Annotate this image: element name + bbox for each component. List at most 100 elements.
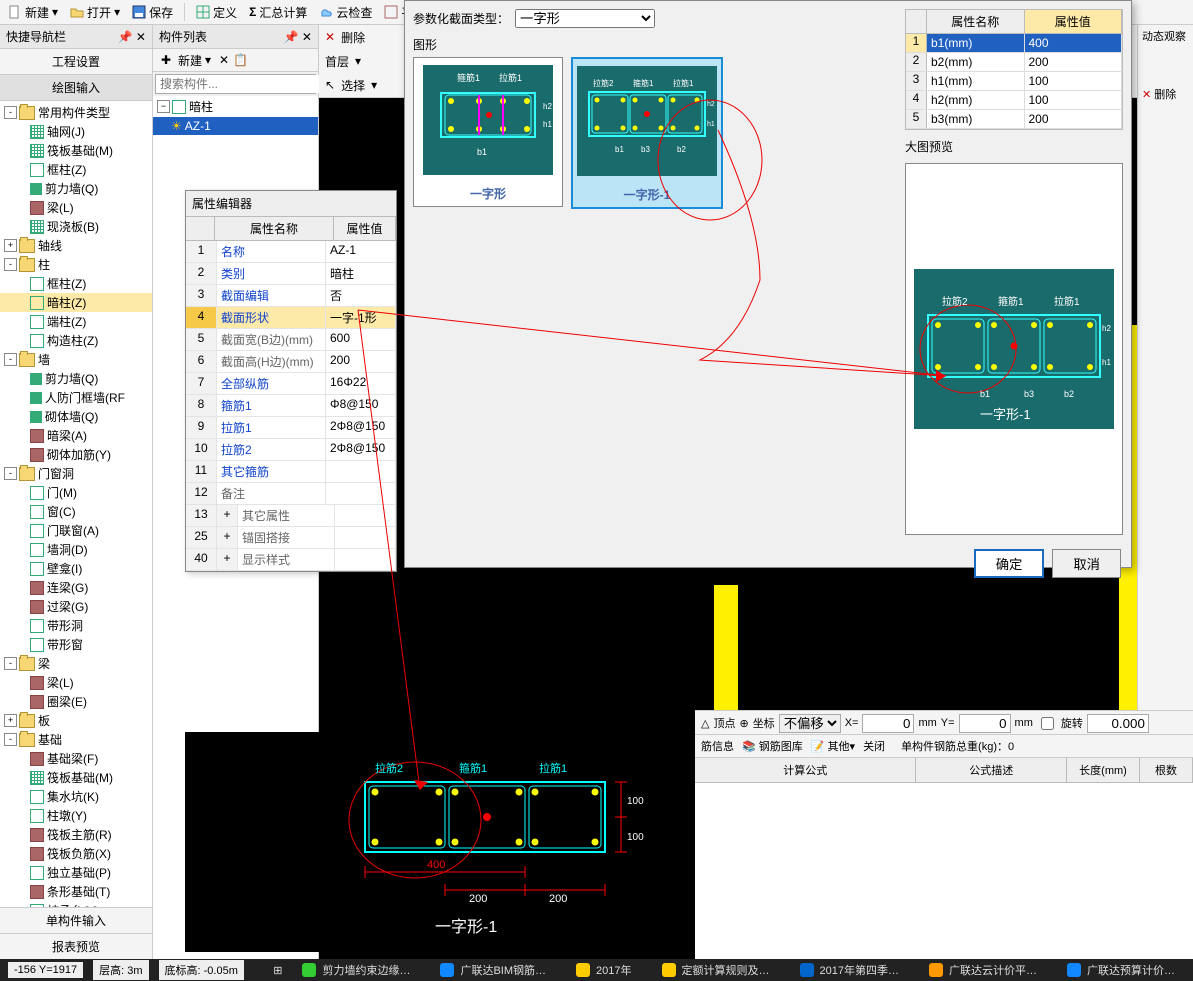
property-row[interactable]: 5截面宽(B边)(mm)600 — [186, 329, 396, 351]
delete-icon[interactable]: ✕ — [325, 30, 335, 44]
tree-item[interactable]: 剪力墙(Q) — [0, 179, 152, 198]
taskbar-app[interactable]: 广联达云计价平… — [919, 960, 1047, 980]
tree-item[interactable]: 梁(L) — [0, 198, 152, 217]
tree-item[interactable]: 梁(L) — [0, 673, 152, 692]
prop-value[interactable] — [326, 483, 396, 504]
close-button[interactable]: 关闭 — [863, 738, 885, 754]
y-input[interactable] — [959, 714, 1011, 733]
new-button[interactable]: 新建▾ — [4, 3, 62, 22]
prop-value[interactable]: 600 — [326, 329, 396, 350]
tree-item[interactable]: 端柱(Z) — [0, 312, 152, 331]
single-input-button[interactable]: 单构件输入 — [0, 908, 152, 934]
delete-button-2[interactable]: ✕删除 — [1138, 83, 1193, 105]
tree-folder[interactable]: +板 — [0, 711, 152, 730]
property-row[interactable]: 25+锚固搭接 — [186, 527, 396, 549]
param-row[interactable]: 2b2(mm)200 — [906, 53, 1122, 72]
property-row[interactable]: 4截面形状一字-1形 — [186, 307, 396, 329]
tree-item[interactable]: 框柱(Z) — [0, 274, 152, 293]
taskbar-app[interactable]: 剪力墙约束边缘… — [292, 960, 420, 980]
pin-icon[interactable]: 📌 ✕ — [118, 30, 146, 44]
property-row[interactable]: 40+显示样式 — [186, 549, 396, 571]
tree-item[interactable]: 柱墩(Y) — [0, 806, 152, 825]
tree-item[interactable]: 筏板基础(M) — [0, 768, 152, 787]
tree-item[interactable]: 现浇板(B) — [0, 217, 152, 236]
tree-item[interactable]: 壁龛(I) — [0, 559, 152, 578]
tree-item[interactable]: 集水坑(K) — [0, 787, 152, 806]
taskbar-app[interactable]: 广联达预算计价… — [1057, 960, 1185, 980]
property-row[interactable]: 3截面编辑否 — [186, 285, 396, 307]
tree-item[interactable]: 砌体加筋(Y) — [0, 445, 152, 464]
project-settings-button[interactable]: 工程设置 — [0, 49, 152, 75]
tree-item[interactable]: 独立基础(P) — [0, 863, 152, 882]
expander-icon[interactable]: - — [4, 106, 17, 119]
shape-card-1[interactable]: 箍筋1 拉筋1 b1 h2 h1 一字形 — [413, 57, 563, 207]
prop-value[interactable]: 2Φ8@150 — [326, 439, 396, 460]
draw-input-button[interactable]: 绘图输入 — [0, 75, 152, 101]
tree-item[interactable]: 筏板基础(M) — [0, 141, 152, 160]
copy-icon[interactable]: 📋 — [233, 53, 248, 67]
property-row[interactable]: 2类别暗柱 — [186, 263, 396, 285]
component-item[interactable]: ☀AZ-1 — [153, 117, 318, 135]
prop-value[interactable] — [335, 527, 396, 548]
section-type-select[interactable]: 一字形 — [515, 9, 655, 28]
tree-item[interactable]: 过梁(G) — [0, 597, 152, 616]
tree-folder[interactable]: -常用构件类型 — [0, 103, 152, 122]
property-row[interactable]: 11其它箍筋 — [186, 461, 396, 483]
expander-icon[interactable]: + — [4, 714, 17, 727]
prop-value[interactable]: 16Φ22 — [326, 373, 396, 394]
prop-value[interactable] — [335, 549, 396, 570]
param-row[interactable]: 4h2(mm)100 — [906, 91, 1122, 110]
property-row[interactable]: 13+其它属性 — [186, 505, 396, 527]
cancel-button[interactable]: 取消 — [1052, 549, 1121, 578]
windows-icon[interactable]: ⊞ — [273, 964, 282, 977]
tree-item[interactable]: 暗柱(Z) — [0, 293, 152, 312]
other-button[interactable]: 📝 其他▾ — [811, 738, 855, 754]
prop-value[interactable]: 暗柱 — [326, 263, 396, 284]
dynamic-view-button[interactable]: 动态观察 — [1138, 25, 1193, 47]
expander-icon[interactable]: - — [4, 467, 17, 480]
param-value[interactable]: 200 — [1025, 53, 1123, 71]
expand-icon[interactable]: + — [217, 527, 238, 548]
tree-folder[interactable]: -基础 — [0, 730, 152, 749]
property-row[interactable]: 1名称AZ-1 — [186, 241, 396, 263]
rotate-checkbox[interactable] — [1041, 717, 1054, 730]
prop-value[interactable]: 一字-1形 — [326, 307, 396, 328]
expander-icon[interactable]: - — [4, 258, 17, 271]
prop-value[interactable] — [335, 505, 396, 526]
report-preview-button[interactable]: 报表预览 — [0, 934, 152, 960]
tree-item[interactable]: 剪力墙(Q) — [0, 369, 152, 388]
param-value[interactable]: 400 — [1025, 34, 1123, 52]
expander-icon[interactable]: - — [4, 733, 17, 746]
expand-icon[interactable]: + — [217, 549, 238, 570]
property-row[interactable]: 7全部纵筋16Φ22 — [186, 373, 396, 395]
close-icon[interactable]: ✕ — [219, 53, 229, 67]
tree-item[interactable]: 基础梁(F) — [0, 749, 152, 768]
collapse-icon[interactable]: − — [157, 100, 170, 113]
sum-button[interactable]: Σ汇总计算 — [245, 3, 311, 22]
tree-item[interactable]: 筏板负筋(X) — [0, 844, 152, 863]
offset-select[interactable]: 不偏移 — [779, 714, 841, 733]
tree-item[interactable]: 连梁(G) — [0, 578, 152, 597]
property-row[interactable]: 8箍筋1Φ8@150 — [186, 395, 396, 417]
pin-icon[interactable]: 📌 ✕ — [284, 30, 312, 44]
tree-folder[interactable]: +轴线 — [0, 236, 152, 255]
tree-item[interactable]: 墙洞(D) — [0, 540, 152, 559]
prop-value[interactable]: 否 — [326, 285, 396, 306]
expander-icon[interactable]: - — [4, 657, 17, 670]
param-row[interactable]: 5b3(mm)200 — [906, 110, 1122, 129]
vertex-icon[interactable]: △ — [701, 717, 709, 730]
rotate-input[interactable] — [1087, 714, 1149, 733]
tree-folder[interactable]: -门窗洞 — [0, 464, 152, 483]
tree-item[interactable]: 圈梁(E) — [0, 692, 152, 711]
tree-item[interactable]: 条形基础(T) — [0, 882, 152, 901]
ok-button[interactable]: 确定 — [974, 549, 1045, 578]
tree-item[interactable]: 窗(C) — [0, 502, 152, 521]
x-input[interactable] — [862, 714, 914, 733]
coord-icon[interactable]: ⊕ — [739, 717, 748, 730]
tree-folder[interactable]: -梁 — [0, 654, 152, 673]
property-row[interactable]: 9拉筋12Φ8@150 — [186, 417, 396, 439]
tree-item[interactable]: 筏板主筋(R) — [0, 825, 152, 844]
prop-value[interactable] — [326, 461, 396, 482]
expander-icon[interactable]: - — [4, 353, 17, 366]
prop-value[interactable]: AZ-1 — [326, 241, 396, 262]
